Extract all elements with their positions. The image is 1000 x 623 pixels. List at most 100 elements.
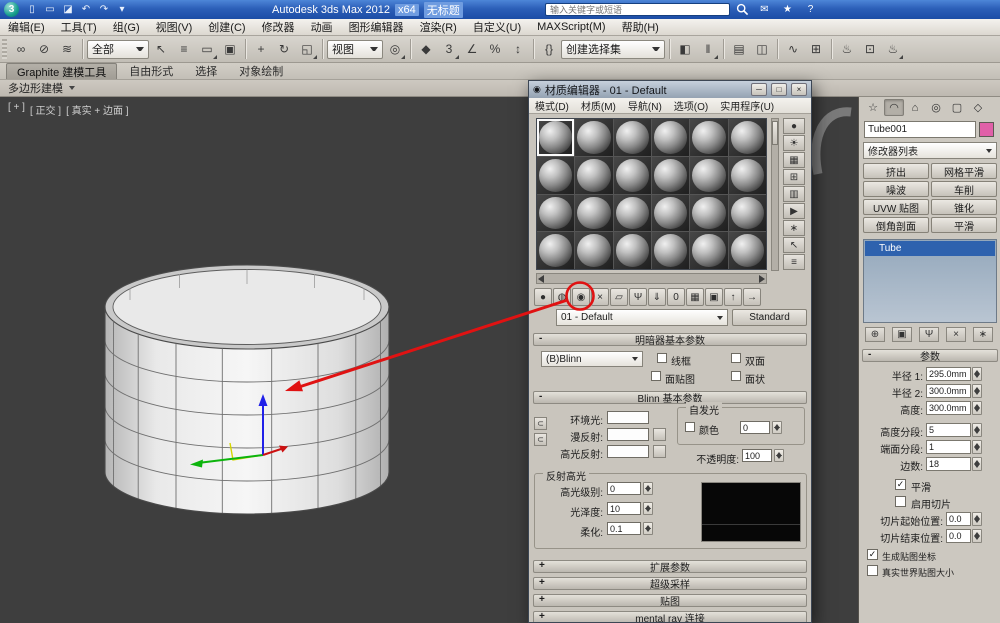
scrollbar-thumb[interactable] bbox=[772, 121, 778, 145]
ambient-color-swatch[interactable] bbox=[607, 411, 649, 424]
material-type-button[interactable]: Standard bbox=[732, 309, 807, 326]
sample-slots-vertical-scrollbar[interactable] bbox=[771, 118, 779, 271]
assign-material-to-selection-button[interactable]: ◉ bbox=[572, 288, 590, 306]
material-name-dropdown[interactable]: 01 - Default bbox=[556, 309, 728, 326]
angle-snap-button[interactable]: ∠ bbox=[461, 38, 483, 60]
menu-views[interactable]: 视图(V) bbox=[148, 19, 201, 35]
unlink-selection-button[interactable]: ⊘ bbox=[33, 38, 55, 60]
specular-level-spinner[interactable] bbox=[643, 482, 653, 495]
opacity-input[interactable]: 100 bbox=[742, 449, 772, 462]
make-preview-button[interactable]: ▶ bbox=[783, 203, 805, 219]
pin-stack-button[interactable]: ⊕ bbox=[865, 327, 885, 342]
selection-filter-dropdown[interactable]: 全部 bbox=[87, 40, 149, 59]
modifier-button-meshsmooth[interactable]: 网格平滑 bbox=[931, 163, 997, 179]
maximize-button[interactable]: □ bbox=[771, 83, 787, 96]
make-unique-button[interactable]: Ψ bbox=[629, 288, 647, 306]
glossiness-input[interactable]: 10 bbox=[607, 502, 641, 515]
slice-from-spinner[interactable] bbox=[972, 512, 982, 526]
material-sample-slot[interactable] bbox=[729, 119, 766, 156]
configure-modifier-sets-button[interactable]: ∗ bbox=[973, 327, 993, 342]
faceted-checkbox[interactable] bbox=[731, 371, 741, 381]
go-to-sibling-button[interactable]: → bbox=[743, 288, 761, 306]
menu-tools[interactable]: 工具(T) bbox=[53, 19, 105, 35]
menu-rendering[interactable]: 渲染(R) bbox=[412, 19, 465, 35]
app-logo-button[interactable]: 3 bbox=[4, 2, 19, 17]
remove-modifier-button[interactable]: × bbox=[946, 327, 966, 342]
create-tab[interactable]: ☆ bbox=[863, 99, 883, 116]
soften-input[interactable]: 0.1 bbox=[607, 522, 641, 535]
object-color-swatch[interactable] bbox=[979, 122, 994, 137]
specular-map-button[interactable] bbox=[653, 445, 666, 458]
workspace-dropdown-icon[interactable]: ▾ bbox=[114, 2, 130, 17]
cap-segs-input[interactable]: 1 bbox=[926, 440, 971, 454]
select-and-link-button[interactable]: ∞ bbox=[10, 38, 32, 60]
bind-to-spacewarp-button[interactable]: ≋ bbox=[56, 38, 78, 60]
material-sample-slot[interactable] bbox=[575, 157, 612, 194]
utilities-tab[interactable]: ◇ bbox=[968, 99, 988, 116]
tab-freeform[interactable]: 自由形式 bbox=[119, 63, 183, 79]
self-illum-spinner[interactable] bbox=[772, 421, 782, 434]
wire-checkbox[interactable] bbox=[657, 353, 667, 363]
material-map-navigator-button[interactable]: ≡ bbox=[783, 254, 805, 270]
render-setup-button[interactable]: ♨ bbox=[836, 38, 858, 60]
make-unique-button[interactable]: Ψ bbox=[919, 327, 939, 342]
align-button[interactable]: ‖ bbox=[697, 38, 719, 60]
material-editor-options-button[interactable]: ∗ bbox=[783, 220, 805, 236]
make-material-copy-button[interactable]: ▱ bbox=[610, 288, 628, 306]
cap-segs-spinner[interactable] bbox=[972, 440, 982, 454]
region-select-button[interactable]: ▭ bbox=[196, 38, 218, 60]
select-object-button[interactable]: ↖ bbox=[150, 38, 172, 60]
menu-maxscript[interactable]: MAXScript(M) bbox=[529, 19, 613, 35]
material-sample-slot[interactable] bbox=[690, 232, 727, 269]
stack-item-tube[interactable]: Tube bbox=[865, 241, 995, 256]
material-sample-slot[interactable] bbox=[614, 195, 651, 232]
select-and-move-button[interactable]: + bbox=[250, 38, 272, 60]
menu-animation[interactable]: 动画 bbox=[303, 19, 341, 35]
window-crossing-button[interactable]: ▣ bbox=[219, 38, 241, 60]
real-world-checkbox[interactable] bbox=[867, 565, 878, 576]
diffuse-color-swatch[interactable] bbox=[607, 428, 649, 441]
height-segs-input[interactable]: 5 bbox=[926, 423, 971, 437]
show-end-result-button[interactable]: ▣ bbox=[705, 288, 723, 306]
menu-customize[interactable]: 自定义(U) bbox=[465, 19, 529, 35]
modifier-stack[interactable]: Tube bbox=[863, 239, 997, 323]
go-to-parent-button[interactable]: ↑ bbox=[724, 288, 742, 306]
me-menu-material[interactable]: 材质(M) bbox=[575, 98, 622, 113]
reference-coordsys-dropdown[interactable]: 视图 bbox=[327, 40, 383, 59]
favorites-icon[interactable]: ★ bbox=[780, 2, 795, 17]
layer-manager-button[interactable]: ▤ bbox=[728, 38, 750, 60]
material-sample-slot[interactable] bbox=[729, 195, 766, 232]
menu-modifiers[interactable]: 修改器 bbox=[254, 19, 303, 35]
open-file-button[interactable]: ▭ bbox=[42, 2, 58, 17]
shader-type-dropdown[interactable]: (B)Blinn bbox=[541, 351, 643, 367]
material-sample-slot[interactable] bbox=[614, 119, 651, 156]
curve-editor-button[interactable]: ∿ bbox=[782, 38, 804, 60]
schematic-view-button[interactable]: ⊞ bbox=[805, 38, 827, 60]
scroll-left-icon[interactable] bbox=[538, 275, 544, 283]
self-illum-input[interactable]: 0 bbox=[740, 421, 770, 434]
slice-from-input[interactable]: 0.0 bbox=[946, 512, 971, 526]
edit-named-sets-button[interactable]: {} bbox=[538, 38, 560, 60]
glossiness-spinner[interactable] bbox=[643, 502, 653, 515]
minimize-button[interactable]: ─ bbox=[751, 83, 767, 96]
reset-map-button[interactable]: × bbox=[591, 288, 609, 306]
material-sample-slot[interactable] bbox=[575, 119, 612, 156]
me-menu-options[interactable]: 选项(O) bbox=[668, 98, 714, 113]
sides-input[interactable]: 18 bbox=[926, 457, 971, 471]
save-file-button[interactable]: ◪ bbox=[60, 2, 76, 17]
backlight-button[interactable]: ☀ bbox=[783, 135, 805, 151]
menu-graph-editors[interactable]: 图形编辑器 bbox=[341, 19, 412, 35]
modifier-button-lathe[interactable]: 车削 bbox=[931, 181, 997, 197]
material-sample-slot[interactable] bbox=[652, 232, 689, 269]
modifier-button-smooth[interactable]: 平滑 bbox=[931, 217, 997, 233]
named-selection-set-dropdown[interactable]: 创建选择集 bbox=[561, 40, 665, 59]
radius1-spinner[interactable] bbox=[972, 367, 982, 381]
face-map-checkbox[interactable] bbox=[651, 371, 661, 381]
material-id-channel-button[interactable]: 0 bbox=[667, 288, 685, 306]
sample-type-button[interactable]: ● bbox=[783, 118, 805, 134]
material-sample-slot[interactable] bbox=[652, 195, 689, 232]
percent-snap-button[interactable]: % bbox=[484, 38, 506, 60]
material-sample-slot[interactable] bbox=[729, 157, 766, 194]
select-and-scale-button[interactable]: ◱ bbox=[296, 38, 318, 60]
select-and-manipulate-button[interactable]: ◆ bbox=[415, 38, 437, 60]
